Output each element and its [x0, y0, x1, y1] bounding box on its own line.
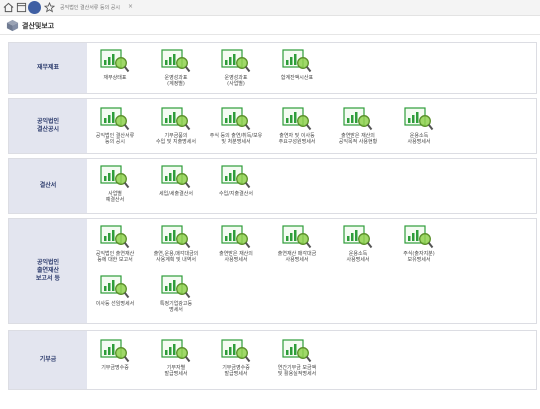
- report-chart-icon: [221, 165, 251, 189]
- report-item-label: 이사등 선임명세서: [95, 301, 135, 307]
- report-item-label: 기부금명수증: [101, 365, 129, 371]
- report-chart-icon: [100, 225, 130, 249]
- report-item-label: 수입/지출결산서: [219, 191, 253, 197]
- section-public-disclosure: 공익법인 결산공시 공익법인 결산서류 등의 공시 기부금품의 수입 및 지출명세…: [8, 98, 537, 154]
- tab-title[interactable]: 공익법인 결산서류 등의 공시: [60, 4, 120, 11]
- section-label: 공익법인 결산공시: [9, 99, 87, 153]
- section-settlement: 결산서 사업별 예결산서 세입/세출결산서 수입/지출결산서: [8, 158, 537, 214]
- report-item-label: 운영성과표 (계정별): [164, 75, 188, 87]
- report-chart-icon: [161, 339, 191, 363]
- report-item-label: 운용소득 사용명세서: [346, 251, 370, 263]
- report-item[interactable]: 기부금명수증: [82, 339, 148, 371]
- report-chart-icon: [282, 49, 312, 73]
- report-item-label: 출연,운용,매각대금의 사용계획 및 내역서: [153, 251, 199, 263]
- report-item[interactable]: 기부금품의 수입 및 지출명세서: [143, 107, 209, 145]
- report-chart-icon: [221, 107, 251, 131]
- report-chart-icon: [404, 225, 434, 249]
- report-item[interactable]: 운용소득 사용명세서: [386, 107, 452, 145]
- report-item[interactable]: 기부금영수증 발급명세서: [203, 339, 269, 377]
- section-contribution-reports: 공익법인 출연재산 보고서 등 공익법인 출연재산 등에 대한 보고서 출연,운용…: [8, 218, 537, 324]
- report-item[interactable]: 주식(출자지분) 보유명세서: [386, 225, 452, 263]
- section-label: 재무제표: [9, 43, 87, 93]
- report-item-label: 합계잔액시산표: [280, 75, 314, 81]
- report-item-label: 공익법인 출연재산 등에 대한 보고서: [95, 251, 135, 263]
- header-divider: [0, 34, 540, 35]
- report-item[interactable]: 세입/세출결산서: [143, 165, 209, 197]
- report-item-label: 재무상태표: [103, 75, 127, 81]
- report-item-label: 세입/세출결산서: [159, 191, 193, 197]
- report-chart-icon: [161, 165, 191, 189]
- report-item[interactable]: 공익법인 출연재산 등에 대한 보고서: [82, 225, 148, 263]
- report-item-label: 출연재산 매각대금 사용명세서: [277, 251, 317, 263]
- home-icon[interactable]: [3, 2, 14, 13]
- report-chart-icon: [161, 107, 191, 131]
- report-chart-icon: [100, 49, 130, 73]
- report-item-label: 출연받은 재산의 공익목적 사용현황: [338, 133, 378, 145]
- report-item[interactable]: 출연받은 재산의 공익목적 사용현황: [325, 107, 391, 145]
- report-item-label: 출연받은 재산의 사용명세서: [219, 251, 253, 263]
- report-item[interactable]: 출연받은 재산의 사용명세서: [203, 225, 269, 263]
- report-chart-icon: [100, 107, 130, 131]
- report-item-label: 운영성과표 (사업별): [224, 75, 248, 87]
- report-item-label: 연간기부금 모금액 및 활용실적명세서: [277, 365, 317, 377]
- report-chart-icon: [221, 49, 251, 73]
- section-label: 기부금: [9, 331, 87, 389]
- page-title: 결산및보고: [22, 22, 55, 30]
- report-chart-icon: [100, 165, 130, 189]
- report-chart-icon: [404, 107, 434, 131]
- report-item[interactable]: 운영성과표 (사업별): [203, 49, 269, 87]
- report-item[interactable]: 출연재산 매각대금 사용명세서: [264, 225, 330, 263]
- section-financial-statements: 재무제표 재무상태표 운영성과표 (계정별) 운영성과표 (사업별) 합계잔액시산표: [8, 42, 537, 94]
- report-item-label: 주식 등의 출연/취득/보유 및 처분명세서: [209, 133, 263, 145]
- section-donations: 기부금 기부금명수증 기부자별 발급명세서 기부금영수증 발급명세서 연간기부금 모금…: [8, 330, 537, 390]
- report-item-label: 출연자 및 이사등 주요구성원명세서: [278, 133, 316, 145]
- report-item-label: 공익법인 결산서류 등의 공시: [95, 133, 135, 145]
- report-chart-icon: [100, 275, 130, 299]
- report-item[interactable]: 특정기업광고등 명세서: [143, 275, 209, 313]
- package-icon: [6, 19, 19, 32]
- report-item[interactable]: 운용소득 사용명세서: [325, 225, 391, 263]
- report-item-label: 주식(출자지분) 보유명세서: [403, 251, 435, 263]
- report-item-label: 기부금품의 수입 및 지출명세서: [156, 133, 196, 145]
- report-item[interactable]: 공익법인 결산서류 등의 공시: [82, 107, 148, 145]
- report-item[interactable]: 연간기부금 모금액 및 활용실적명세서: [264, 339, 330, 377]
- report-chart-icon: [343, 225, 373, 249]
- browser-toolbar: 공익법인 결산서류 등의 공시 ×: [0, 0, 540, 16]
- report-item-label: 기부금영수증 발급명세서: [222, 365, 250, 377]
- report-item[interactable]: 수입/지출결산서: [203, 165, 269, 197]
- report-item[interactable]: 출연자 및 이사등 주요구성원명세서: [264, 107, 330, 145]
- report-item[interactable]: 운영성과표 (계정별): [143, 49, 209, 87]
- report-item-label: 운용소득 사용명세서: [407, 133, 431, 145]
- report-chart-icon: [161, 225, 191, 249]
- report-item[interactable]: 이사등 선임명세서: [82, 275, 148, 307]
- report-item-label: 특정기업광고등 명세서: [159, 301, 193, 313]
- report-chart-icon: [161, 275, 191, 299]
- report-chart-icon: [282, 339, 312, 363]
- report-item-label: 기부자별 발급명세서: [164, 365, 188, 377]
- report-chart-icon: [221, 339, 251, 363]
- report-item[interactable]: 기부자별 발급명세서: [143, 339, 209, 377]
- report-chart-icon: [100, 339, 130, 363]
- tab-close-button[interactable]: ×: [128, 3, 133, 11]
- report-item[interactable]: 출연,운용,매각대금의 사용계획 및 내역서: [143, 225, 209, 263]
- report-chart-icon: [343, 107, 373, 131]
- star-icon[interactable]: [44, 2, 55, 13]
- active-menu-icon[interactable]: [28, 1, 41, 14]
- section-label: 결산서: [9, 159, 87, 213]
- report-item[interactable]: 재무상태표: [82, 49, 148, 81]
- report-chart-icon: [161, 49, 191, 73]
- section-label: 공익법인 출연재산 보고서 등: [9, 219, 87, 323]
- report-chart-icon: [282, 225, 312, 249]
- report-item-label: 사업별 예결산서: [105, 191, 125, 203]
- report-chart-icon: [221, 225, 251, 249]
- report-item[interactable]: 주식 등의 출연/취득/보유 및 처분명세서: [203, 107, 269, 145]
- report-item[interactable]: 사업별 예결산서: [82, 165, 148, 203]
- report-item[interactable]: 합계잔액시산표: [264, 49, 330, 81]
- report-chart-icon: [282, 107, 312, 131]
- document-icon[interactable]: [16, 2, 27, 13]
